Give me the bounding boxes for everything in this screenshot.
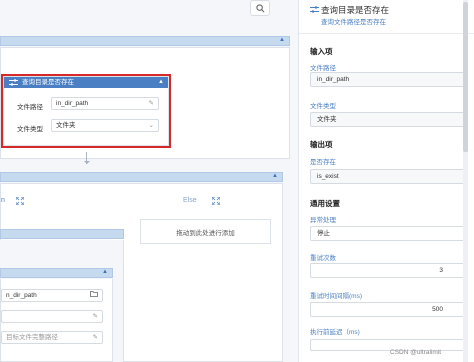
inner-input-target-path[interactable]: 目标文件完整路径 ✎ xyxy=(1,331,103,344)
input-file-path-value: in_dir_path xyxy=(317,76,350,83)
select-file-type[interactable]: 文件夹 xyxy=(310,112,468,127)
query-block-icon xyxy=(310,6,319,13)
collapse-caret-icon[interactable]: ▲ xyxy=(158,77,164,88)
input-pre-delay[interactable] xyxy=(310,339,468,351)
expand-icon[interactable] xyxy=(16,197,24,205)
input-retry-interval-value: 500 xyxy=(432,306,443,313)
label-retry-count: 重试次数 xyxy=(310,255,336,262)
query-dir-block-title: 查询目录是否存在 xyxy=(22,79,74,86)
label-pre-delay: 执行前延迟（ms) xyxy=(310,329,360,336)
block-select-file-type-value: 文件夹 xyxy=(56,122,76,129)
block-select-file-type[interactable]: 文件夹 ⌄ xyxy=(51,119,159,132)
panel-scrollbar[interactable] xyxy=(463,0,468,362)
search-icon xyxy=(255,3,264,12)
edit-icon[interactable]: ✎ xyxy=(93,311,98,322)
divider xyxy=(299,33,474,34)
label-file-type: 文件类型 xyxy=(310,103,336,110)
section-input: 输入项 xyxy=(310,47,333,56)
label-is-exist: 是否存在 xyxy=(310,159,336,166)
dropzone-text: 拖动到此处进行添加 xyxy=(176,229,235,237)
workflow-canvas[interactable]: ▲ 查询目录是否存在 ▲ 文件路径 in_dir_path ✎ 文件类型 文件夹… xyxy=(0,0,290,362)
if-branch-link[interactable]: n xyxy=(1,197,5,204)
block-input-file-path-value: in_dir_path xyxy=(56,100,89,107)
input-file-path[interactable]: in_dir_path xyxy=(310,72,468,87)
search-button[interactable] xyxy=(250,0,270,16)
query-block-icon xyxy=(9,79,18,86)
edit-icon[interactable]: ✎ xyxy=(93,332,98,343)
branch-bar[interactable]: ▲ xyxy=(0,172,283,182)
inner-bar[interactable]: ▲ xyxy=(0,268,113,278)
query-dir-block-header[interactable]: 查询目录是否存在 ▲ xyxy=(4,77,168,88)
container-bar[interactable]: ▲ xyxy=(0,36,290,46)
properties-panel: 查询目录是否存在 查询文件路径是否存在 输入项 文件路径 in_dir_path… xyxy=(298,0,474,362)
inner-input-dir-path-value: n_dir_path xyxy=(6,292,37,299)
block-label-file-type: 文件类型 xyxy=(17,126,43,133)
input-is-exist-value: is_exist xyxy=(317,173,339,180)
collapse-caret-icon[interactable]: ▲ xyxy=(102,269,108,275)
label-retry-interval: 重试时间间隔(ms) xyxy=(310,293,362,300)
inner-input-dir-path[interactable]: n_dir_path xyxy=(1,289,103,302)
chevron-down-icon[interactable]: ⌄ xyxy=(149,120,154,131)
section-general: 通用设置 xyxy=(310,199,340,208)
inner-block[interactable]: n_dir_path ✎ 目标文件完整路径 ✎ xyxy=(0,279,113,362)
collapse-caret-icon[interactable]: ▲ xyxy=(272,173,278,179)
section-output: 输出项 xyxy=(310,140,333,149)
select-exception[interactable]: 停止 xyxy=(310,226,468,241)
else-dropzone[interactable]: 拖动到此处进行添加 xyxy=(140,219,271,244)
input-is-exist[interactable]: is_exist xyxy=(310,169,468,184)
input-retry-count[interactable]: 3 xyxy=(310,263,468,278)
edit-icon[interactable]: ✎ xyxy=(149,98,154,109)
input-retry-interval[interactable]: 500 xyxy=(310,302,468,317)
panel-title: 查询目录是否存在 xyxy=(321,5,390,15)
collapse-caret-icon[interactable]: ▲ xyxy=(279,37,285,43)
inner-input-2[interactable]: ✎ xyxy=(1,310,103,323)
sub-bar[interactable] xyxy=(0,229,124,239)
label-exception: 异常处理 xyxy=(310,217,336,224)
select-file-type-value: 文件夹 xyxy=(317,116,337,123)
block-input-file-path[interactable]: in_dir_path ✎ xyxy=(51,97,159,110)
expand-icon[interactable] xyxy=(212,197,220,205)
connector-arrow-icon xyxy=(84,161,90,164)
inner-input-target-path-value: 目标文件完整路径 xyxy=(6,334,58,341)
input-retry-count-value: 3 xyxy=(439,267,443,274)
folder-icon[interactable] xyxy=(90,290,98,301)
watermark: CSDN @ultralimit xyxy=(390,349,442,356)
scrollbar-thumb[interactable] xyxy=(463,2,468,152)
select-exception-value: 停止 xyxy=(317,230,330,237)
else-branch-label[interactable]: Else xyxy=(183,197,197,204)
block-label-file-path: 文件路径 xyxy=(17,104,43,111)
panel-subtitle: 查询文件路径是否存在 xyxy=(321,19,386,26)
label-file-path: 文件路径 xyxy=(310,65,336,72)
query-dir-block[interactable]: 查询目录是否存在 ▲ 文件路径 in_dir_path ✎ 文件类型 文件夹 ⌄ xyxy=(1,74,171,148)
